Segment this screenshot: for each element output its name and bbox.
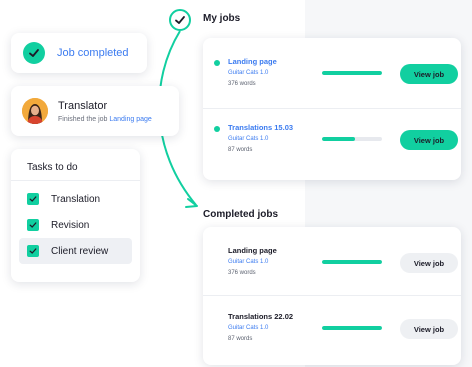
job-title[interactable]: Translations 22.02 xyxy=(228,312,293,321)
status-dot-icon xyxy=(214,60,220,66)
task-item[interactable]: Client review xyxy=(19,238,132,264)
job-words: 87 words xyxy=(228,336,253,342)
job-row: Translations 22.02 Guitar Cats 1.0 87 wo… xyxy=(203,297,461,352)
task-item[interactable]: Revision xyxy=(19,212,132,238)
progress-bar xyxy=(322,71,382,75)
divider xyxy=(203,295,461,296)
view-job-button[interactable]: View job xyxy=(400,64,458,84)
task-item[interactable]: Translation xyxy=(19,186,132,212)
job-row: Translations 15.03 Guitar Cats 1.0 87 wo… xyxy=(203,108,461,163)
job-client[interactable]: Guitar Cats 1.0 xyxy=(228,259,268,265)
check-icon xyxy=(23,42,45,64)
my-jobs-card: Landing page Guitar Cats 1.0 376 words V… xyxy=(203,38,461,180)
view-job-button[interactable]: View job xyxy=(400,253,458,273)
task-label: Client review xyxy=(51,245,109,257)
job-client[interactable]: Guitar Cats 1.0 xyxy=(228,70,268,76)
job-client[interactable]: Guitar Cats 1.0 xyxy=(228,325,268,331)
progress-fill xyxy=(322,71,382,75)
progress-fill xyxy=(322,137,355,141)
job-title[interactable]: Landing page xyxy=(228,57,277,66)
translator-card: Translator Finished the job Landing page xyxy=(11,86,179,136)
translator-status: Finished the job Landing page xyxy=(58,116,152,123)
checkbox-checked-icon[interactable] xyxy=(27,219,39,231)
progress-fill xyxy=(322,260,382,264)
view-job-button[interactable]: View job xyxy=(400,319,458,339)
task-label: Translation xyxy=(51,193,101,205)
my-jobs-title: My jobs xyxy=(203,13,241,24)
progress-bar xyxy=(322,326,382,330)
task-label: Revision xyxy=(51,219,90,231)
job-client[interactable]: Guitar Cats 1.0 xyxy=(228,136,268,142)
job-words: 87 words xyxy=(228,147,253,153)
job-words: 376 words xyxy=(228,270,256,276)
job-row: Landing page Guitar Cats 1.0 376 words V… xyxy=(203,42,461,97)
progress-bar xyxy=(322,137,382,141)
progress-bar xyxy=(322,260,382,264)
completed-jobs-title: Completed jobs xyxy=(203,209,279,220)
status-prefix: Finished the job xyxy=(58,115,108,123)
status-link[interactable]: Landing page xyxy=(109,116,151,123)
view-job-button[interactable]: View job xyxy=(400,130,458,150)
job-title[interactable]: Landing page xyxy=(228,246,277,255)
completed-jobs-card: Landing page Guitar Cats 1.0 376 words V… xyxy=(203,227,461,365)
job-title[interactable]: Translations 15.03 xyxy=(228,123,293,132)
translator-name: Translator xyxy=(58,99,108,112)
status-dot-icon xyxy=(214,126,220,132)
checkbox-checked-icon[interactable] xyxy=(27,193,39,205)
tasks-title: Tasks to do xyxy=(11,149,140,181)
check-circle-icon xyxy=(169,9,191,31)
tasks-card: Tasks to do Translation Revision Client … xyxy=(11,149,140,282)
avatar xyxy=(22,98,48,124)
job-completed-label: Job completed xyxy=(57,47,129,59)
progress-fill xyxy=(322,326,382,330)
job-completed-card: Job completed xyxy=(11,33,147,73)
checkbox-checked-icon[interactable] xyxy=(27,245,39,257)
job-row: Landing page Guitar Cats 1.0 376 words V… xyxy=(203,231,461,286)
job-words: 376 words xyxy=(228,81,256,87)
